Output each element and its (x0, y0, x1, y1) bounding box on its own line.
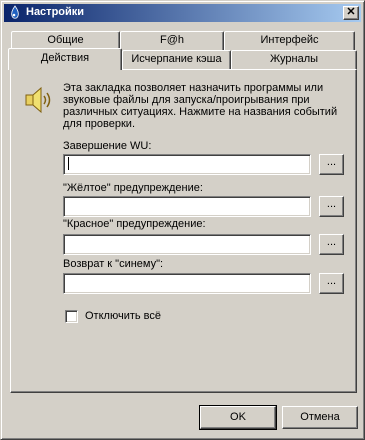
wu-finish-browse-label: ... (326, 156, 337, 168)
disable-all-label[interactable]: Отключить всё (85, 310, 161, 322)
tab-cache-exhaustion[interactable]: Исчерпание кэша (122, 50, 231, 69)
ok-button[interactable]: OK (199, 405, 277, 430)
red-warning-label: "Красное" предупреждение: (63, 218, 206, 230)
red-warning-input[interactable] (63, 234, 311, 255)
close-icon: ✕ (346, 6, 356, 18)
description-text: Эта закладка позволяет назначить програм… (63, 82, 338, 130)
tab-fah[interactable]: F@h (120, 31, 224, 50)
red-warning-browse-button[interactable]: ... (319, 234, 344, 255)
close-button[interactable]: ✕ (343, 6, 359, 20)
cancel-button[interactable]: Отмена (282, 406, 358, 429)
settings-dialog: Настройки ✕ Общие F@h Интерфейс Действия… (0, 0, 365, 440)
red-warning-browse-label: ... (326, 236, 337, 248)
tab-logs[interactable]: Журналы (231, 50, 357, 69)
tab-actions[interactable]: Действия (8, 48, 122, 70)
return-to-blue-input[interactable] (63, 273, 311, 294)
tab-interface-label: Интерфейс (260, 34, 319, 46)
text-caret (68, 157, 69, 170)
yellow-warning-browse-label: ... (326, 198, 337, 210)
yellow-warning-label: "Жёлтое" предупреждение: (63, 182, 203, 194)
app-icon (11, 5, 19, 19)
ok-button-label: OK (230, 411, 246, 423)
tab-fah-label: F@h (159, 34, 184, 46)
tab-interface[interactable]: Интерфейс (224, 31, 355, 50)
return-to-blue-label: Возврат к "синему": (63, 258, 164, 270)
wu-finish-label: Завершение WU: (63, 140, 152, 152)
yellow-warning-browse-button[interactable]: ... (319, 196, 344, 217)
return-to-blue-browse-label: ... (326, 275, 337, 287)
tab-logs-label: Журналы (269, 53, 319, 65)
speaker-icon (25, 86, 51, 114)
disable-all-checkbox[interactable] (65, 310, 78, 323)
wu-finish-browse-button[interactable]: ... (319, 154, 344, 175)
actions-panel: Эта закладка позволяет назначить програм… (10, 69, 357, 393)
tab-general-label: Общие (47, 34, 84, 46)
wu-finish-input[interactable] (63, 154, 311, 175)
tab-cache-exhaustion-label: Исчерпание кэша (131, 53, 222, 65)
window-title: Настройки (26, 6, 85, 18)
yellow-warning-input[interactable] (63, 196, 311, 217)
title-bar[interactable]: Настройки ✕ (4, 4, 361, 22)
tab-actions-label: Действия (40, 52, 90, 64)
return-to-blue-browse-button[interactable]: ... (319, 273, 344, 294)
cancel-button-label: Отмена (300, 411, 340, 423)
